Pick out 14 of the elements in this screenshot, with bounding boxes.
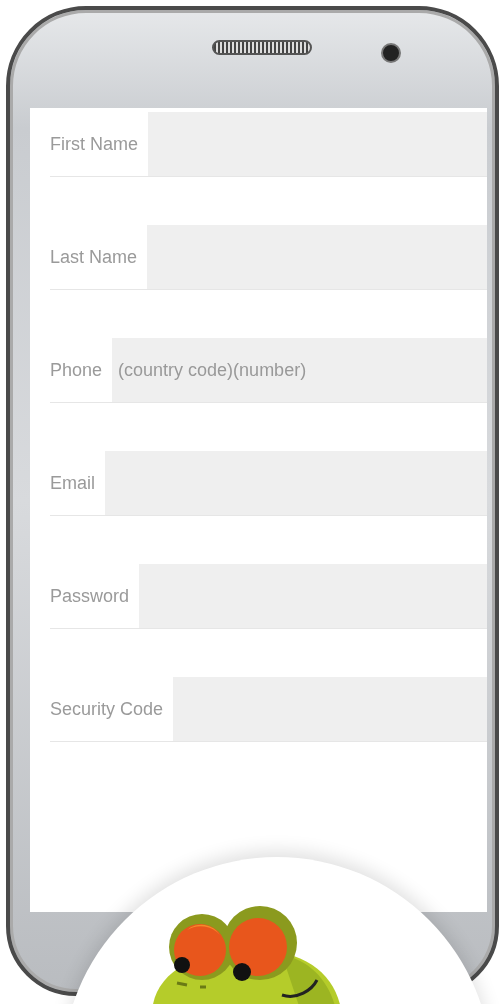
input-field[interactable] xyxy=(147,225,487,289)
camera-lens-icon xyxy=(381,43,401,63)
field-label: Phone xyxy=(50,359,104,381)
field-label: Last Name xyxy=(50,246,139,268)
field-label: Security Code xyxy=(50,698,165,720)
input-field[interactable] xyxy=(148,112,487,176)
input-field[interactable] xyxy=(139,564,487,628)
input-field[interactable] xyxy=(105,451,487,515)
field-label: Email xyxy=(50,472,96,494)
input-field[interactable]: (country code)(number) xyxy=(112,338,487,402)
field-label: First Name xyxy=(50,133,139,155)
field-label: Password xyxy=(50,585,131,607)
speaker-grille-icon xyxy=(212,40,312,55)
input-field[interactable] xyxy=(173,677,487,741)
